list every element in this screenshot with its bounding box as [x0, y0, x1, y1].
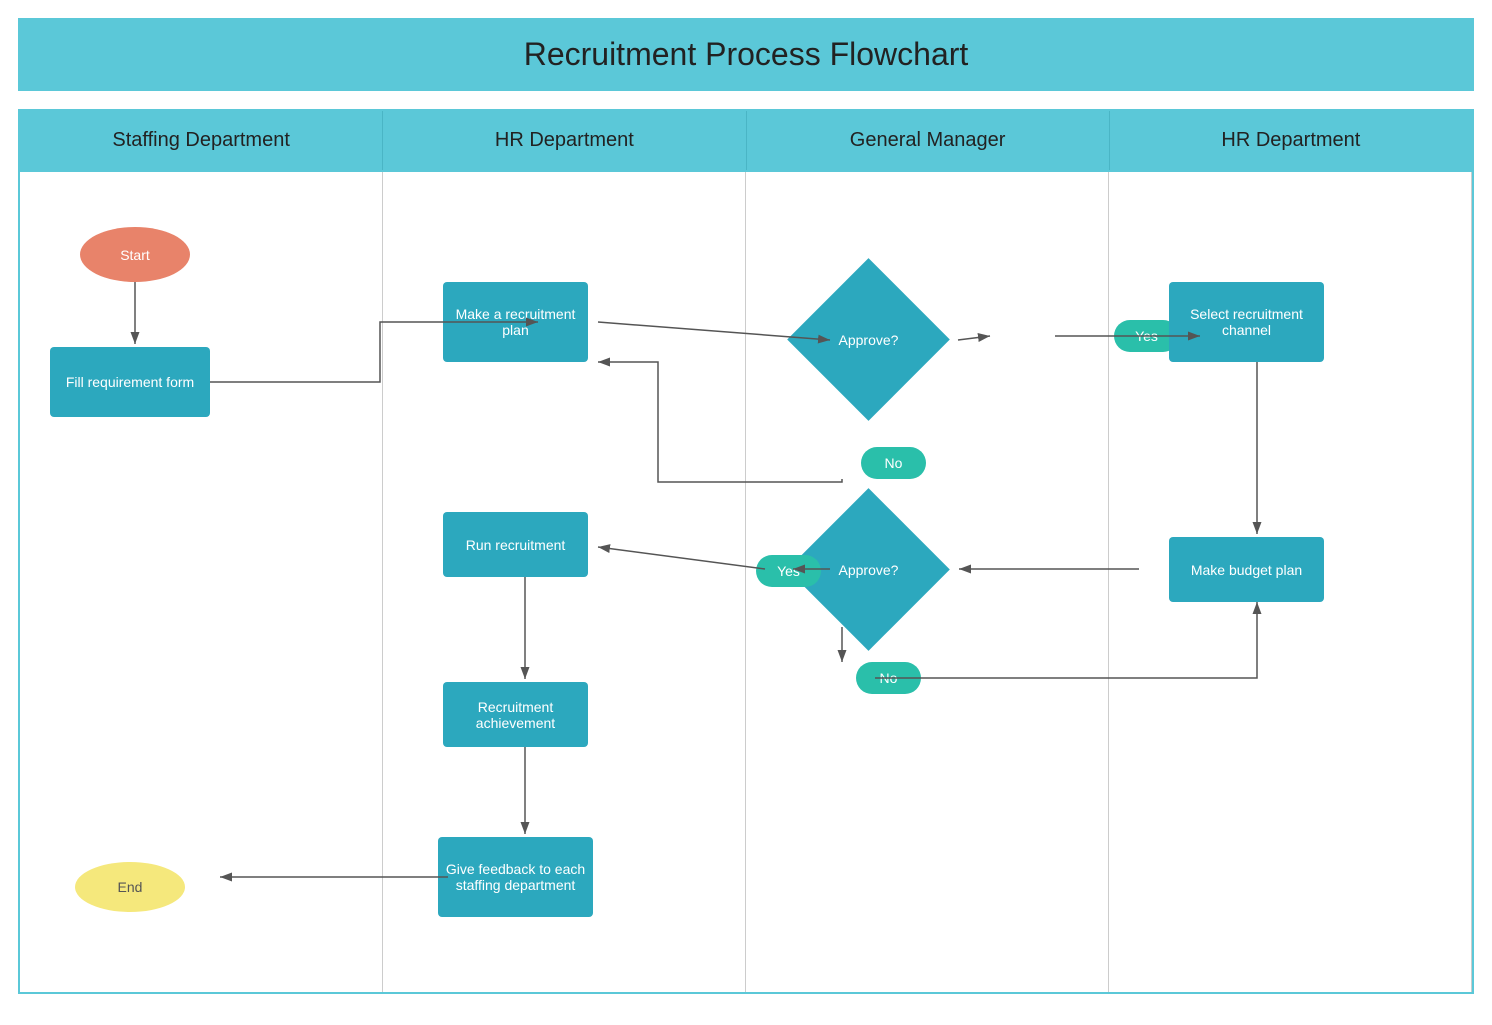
- lanes-body: Start Fill requirement form End Make a r…: [20, 172, 1472, 992]
- no1-pill: No: [861, 447, 926, 479]
- flowchart-wrapper: Staffing Department HR Department Genera…: [18, 109, 1474, 994]
- lane-headers: Staffing Department HR Department Genera…: [20, 111, 1472, 172]
- run-recruitment-shape: Run recruitment: [443, 512, 588, 577]
- fill-req-shape: Fill requirement form: [50, 347, 210, 417]
- give-feedback-shape: Give feedback to each staffing departmen…: [438, 837, 593, 917]
- select-channel-shape: Select recruitment channel: [1169, 282, 1324, 362]
- lane-header-gm: General Manager: [747, 111, 1110, 170]
- make-budget-shape: Make budget plan: [1169, 537, 1324, 602]
- lane-hr1: Make a recruitment plan Run recruitment …: [383, 172, 746, 992]
- lane-header-hr2: HR Department: [1110, 111, 1472, 170]
- title-bar: Recruitment Process Flowchart: [18, 18, 1474, 91]
- approve1-shape: Approve?: [787, 258, 950, 421]
- lane-header-staffing: Staffing Department: [20, 111, 383, 170]
- lane-hr2: Yes Select recruitment channel Make budg…: [1109, 172, 1472, 992]
- make-recruitment-plan-shape: Make a recruitment plan: [443, 282, 588, 362]
- page-title: Recruitment Process Flowchart: [18, 36, 1474, 73]
- lane-header-hr1: HR Department: [383, 111, 746, 170]
- yes2-pill: Yes: [756, 555, 821, 587]
- start-shape: Start: [80, 227, 190, 282]
- no2-pill: No: [856, 662, 921, 694]
- lane-gm: Approve? No Approve? Yes No: [746, 172, 1109, 992]
- recruitment-achievement-shape: Recruitment achievement: [443, 682, 588, 747]
- end-shape: End: [75, 862, 185, 912]
- lane-staffing: Start Fill requirement form End: [20, 172, 383, 992]
